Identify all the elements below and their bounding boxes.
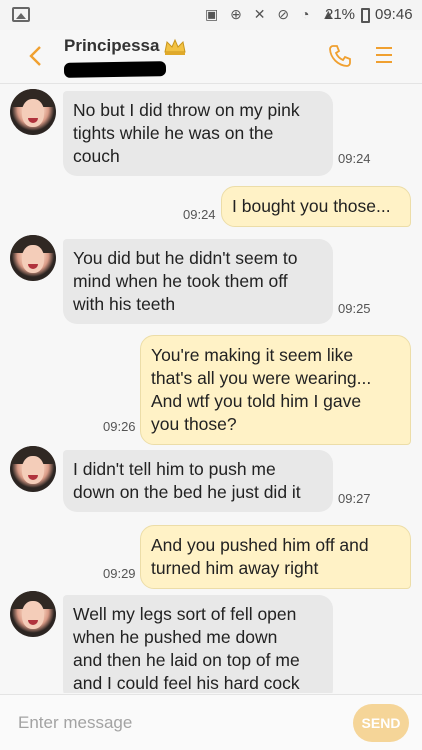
status-bar: ▣ ⊕ ✕ ⊘ ◔ ▲ 21% 09:46 <box>0 0 422 30</box>
clock: 09:46 <box>375 6 413 23</box>
message-line: with his teeth <box>73 294 176 314</box>
message-line: couch <box>73 146 120 166</box>
message-line: when he pushed me down <box>73 627 278 647</box>
message-time: 09:27 <box>338 491 371 506</box>
contact-name[interactable]: Principessa <box>64 36 159 56</box>
conversation-header: Principessa <box>0 30 422 84</box>
message-line: mind when he took them off <box>73 271 288 291</box>
message-list[interactable]: No but I did throw on my pink tights whi… <box>0 85 422 693</box>
status-icons: ▣ ⊕ ✕ ⊘ ◔ ▲ <box>205 6 340 22</box>
crown-icon <box>164 38 186 55</box>
message-line: No but I did throw on my pink <box>73 100 300 120</box>
message-line: that's all you were wearing... <box>151 368 372 388</box>
message-line: turned him away right <box>151 558 319 578</box>
contact-avatar[interactable] <box>10 446 56 492</box>
incoming-message-bubble[interactable]: You did but he didn't seem to mind when … <box>63 239 333 324</box>
message-time: 09:26 <box>103 419 136 434</box>
incoming-message-bubble[interactable]: I didn't tell him to push me down on the… <box>63 450 333 512</box>
redacted-number <box>63 61 167 78</box>
menu-icon[interactable] <box>373 44 395 66</box>
message-line: You did but he didn't seem to <box>73 248 298 268</box>
message-line: And wtf you told him I gave <box>151 391 362 411</box>
message-time: 09:29 <box>103 566 136 581</box>
gallery-notification-icon <box>12 7 30 22</box>
message-line: I bought you those... <box>232 196 391 216</box>
send-button[interactable]: SEND <box>353 704 409 742</box>
back-button[interactable] <box>22 38 52 74</box>
message-time: 09:24 <box>338 151 371 166</box>
composer-bar: SEND <box>0 694 422 750</box>
phone-icon[interactable] <box>326 42 354 70</box>
message-line: tights while he was on the <box>73 123 274 143</box>
message-line: you those? <box>151 414 237 434</box>
outgoing-message-bubble[interactable]: And you pushed him off and turned him aw… <box>140 525 411 589</box>
contact-avatar[interactable] <box>10 235 56 281</box>
message-time: 09:25 <box>338 301 371 316</box>
message-line: and then he laid on top of me <box>73 650 300 670</box>
outgoing-message-bubble[interactable]: I bought you those... <box>221 186 411 227</box>
incoming-message-bubble[interactable]: Well my legs sort of fell open when he p… <box>63 595 333 693</box>
message-line: down on the bed he just did it <box>73 482 301 502</box>
message-line: Well my legs sort of fell open <box>73 604 297 624</box>
message-input[interactable] <box>18 711 318 735</box>
contact-avatar[interactable] <box>10 89 56 135</box>
message-time: 09:24 <box>183 207 216 222</box>
incoming-message-bubble[interactable]: No but I did throw on my pink tights whi… <box>63 91 333 176</box>
contact-avatar[interactable] <box>10 591 56 637</box>
outgoing-message-bubble[interactable]: You're making it seem like that's all yo… <box>140 335 411 445</box>
message-line: and I could feel his hard cock <box>73 673 300 693</box>
message-line: I didn't tell him to push me <box>73 459 276 479</box>
battery-icon <box>361 8 370 23</box>
battery-percent: 21% <box>325 6 356 23</box>
chevron-left-icon <box>29 46 41 66</box>
message-line: You're making it seem like <box>151 345 354 365</box>
message-line: And you pushed him off and <box>151 535 369 555</box>
